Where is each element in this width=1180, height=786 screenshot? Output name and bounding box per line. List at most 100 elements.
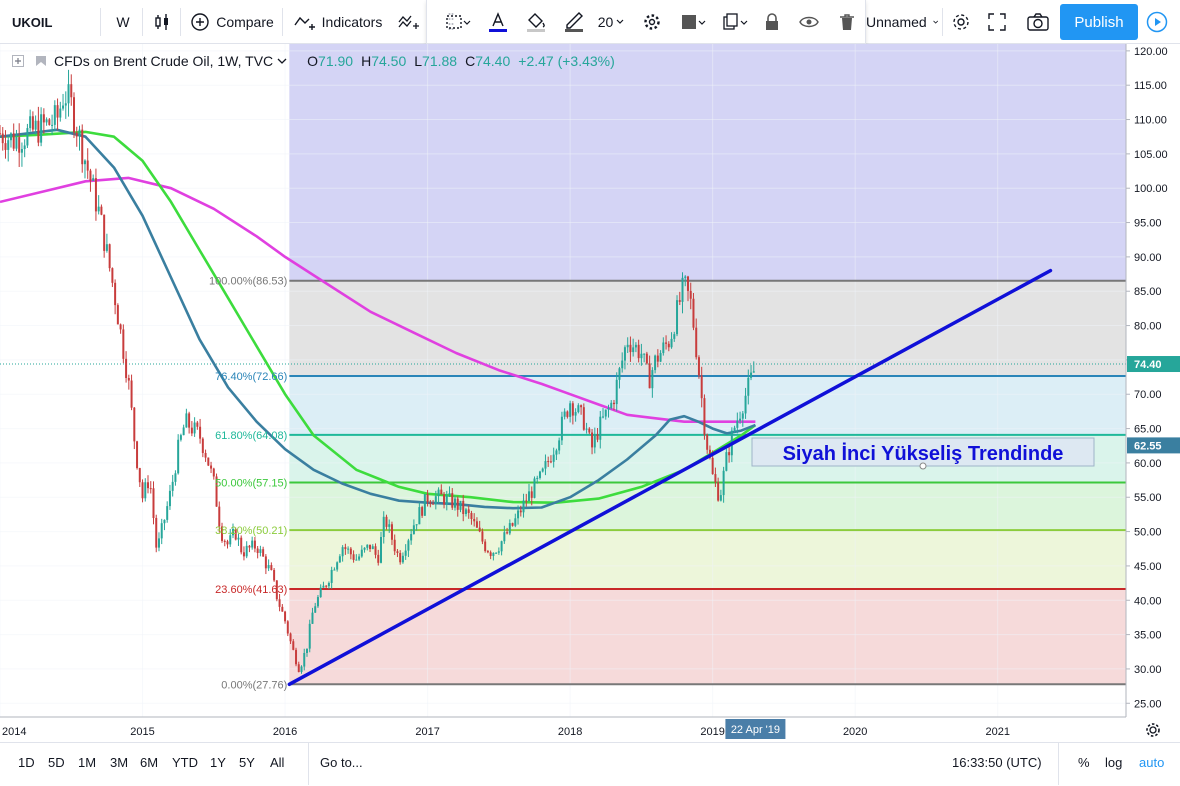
fullscreen-icon[interactable] bbox=[982, 0, 1012, 44]
top-toolbar: UKOIL W Compare Indicators Unnamed Publi… bbox=[0, 0, 1180, 44]
range-button-1d[interactable]: 1D bbox=[18, 755, 35, 770]
clone-icon[interactable] bbox=[717, 0, 753, 44]
candle-body bbox=[382, 516, 385, 538]
chevron-down-icon[interactable] bbox=[277, 58, 287, 64]
range-button-5y[interactable]: 5Y bbox=[239, 755, 255, 770]
annotation-layer[interactable]: Siyah İnci Yükseliş Trendinde bbox=[751, 437, 1095, 470]
range-button-ytd[interactable]: YTD bbox=[172, 755, 198, 770]
candle-body bbox=[555, 450, 558, 455]
candle-body bbox=[728, 452, 731, 456]
template-icon[interactable] bbox=[673, 0, 713, 44]
time-tick-label: 2014 bbox=[2, 726, 26, 738]
candle-body bbox=[448, 493, 451, 496]
candle-body bbox=[379, 537, 382, 563]
candle-body bbox=[144, 482, 147, 499]
drawing-toolbar: 20 bbox=[426, 0, 866, 44]
candle-body bbox=[262, 549, 265, 557]
candle-body bbox=[612, 402, 615, 405]
candle-body bbox=[621, 360, 624, 369]
candle-body bbox=[632, 347, 635, 353]
lock-icon[interactable] bbox=[755, 0, 789, 44]
candle-body bbox=[347, 548, 350, 550]
range-button-all[interactable]: All bbox=[270, 755, 284, 770]
range-button-1m[interactable]: 1M bbox=[78, 755, 96, 770]
expand-plus-icon[interactable] bbox=[12, 55, 24, 67]
range-button-5d[interactable]: 5D bbox=[48, 755, 65, 770]
candle-body bbox=[508, 523, 511, 534]
candle-body bbox=[338, 556, 341, 563]
candle-body bbox=[133, 407, 136, 442]
layout-name-button[interactable]: Unnamed bbox=[866, 0, 938, 44]
candle-body bbox=[454, 498, 457, 508]
candle-body bbox=[267, 565, 270, 569]
text-color-icon[interactable] bbox=[481, 0, 515, 44]
time-tick-label: 2017 bbox=[415, 726, 439, 738]
candle-body bbox=[366, 544, 369, 548]
templates-icon[interactable] bbox=[394, 0, 424, 44]
publish-button[interactable]: Publish bbox=[1060, 4, 1138, 40]
candle-body bbox=[253, 540, 256, 549]
price-axis[interactable]: 25.00 30.00 35.00 40.00 45.00 50.00 55.00 60.00… bbox=[1125, 44, 1180, 742]
candle-body bbox=[303, 652, 306, 667]
font-size-button[interactable]: 20 bbox=[593, 0, 629, 44]
time-axis[interactable]: 2014 2015 2016 2017 2018 2019 2020 2021 22 Apr '… bbox=[0, 716, 1180, 742]
compare-button[interactable]: Compare bbox=[186, 0, 278, 44]
range-button-1y[interactable]: 1Y bbox=[210, 755, 226, 770]
series-title[interactable]: CFDs on Brent Crude Oil, 1W, TVC bbox=[54, 53, 273, 69]
candle-body bbox=[667, 343, 670, 348]
candle-body bbox=[549, 461, 552, 463]
visibility-eye-icon[interactable] bbox=[791, 0, 827, 44]
price-tick-label: 30.00 bbox=[1134, 664, 1162, 676]
toolbar-divider bbox=[180, 8, 181, 36]
line-style-icon[interactable] bbox=[441, 0, 475, 44]
candle-body bbox=[610, 402, 613, 408]
layout-name: Unnamed bbox=[866, 14, 927, 30]
candle-body bbox=[676, 300, 679, 335]
candle-body bbox=[462, 500, 465, 515]
goto-date-button[interactable]: Go to... bbox=[320, 755, 363, 770]
interval-button[interactable]: W bbox=[108, 0, 138, 44]
candle-body bbox=[130, 380, 133, 408]
log-scale-toggle[interactable]: log bbox=[1105, 755, 1122, 770]
range-button-3m[interactable]: 3M bbox=[110, 755, 128, 770]
candle-body bbox=[31, 116, 34, 130]
flag-icon[interactable] bbox=[34, 55, 48, 67]
drawing-settings-icon[interactable] bbox=[635, 0, 669, 44]
candle-body bbox=[316, 597, 319, 607]
low-value: 71.88 bbox=[422, 53, 458, 69]
utc-clock[interactable]: 16:33:50 (UTC) bbox=[952, 755, 1042, 770]
camera-icon[interactable] bbox=[1022, 0, 1054, 44]
fib-level-label: 100.00%(86.53) bbox=[209, 276, 287, 288]
symbol-search-button[interactable]: UKOIL bbox=[0, 0, 100, 44]
candles-icon[interactable] bbox=[148, 0, 176, 44]
candle-body bbox=[193, 422, 196, 434]
price-tick-label: 80.00 bbox=[1134, 321, 1162, 333]
chevron-down-icon bbox=[616, 19, 624, 24]
auto-scale-toggle[interactable]: auto bbox=[1139, 755, 1164, 770]
candle-body bbox=[314, 606, 317, 613]
percent-scale-toggle[interactable]: % bbox=[1078, 755, 1090, 770]
candle-body bbox=[739, 418, 742, 421]
annotation-anchor[interactable] bbox=[919, 462, 927, 470]
current-price-tag-text: 74.40 bbox=[1134, 359, 1162, 371]
candle-body bbox=[456, 498, 459, 510]
line-color-icon[interactable] bbox=[557, 0, 591, 44]
candle-body bbox=[374, 546, 377, 555]
range-button-6m[interactable]: 6M bbox=[140, 755, 158, 770]
candle-body bbox=[177, 439, 180, 474]
candle-body bbox=[484, 541, 487, 552]
price-chart[interactable]: 100.00%(86.53) 76.40%(72.66) 61.80%(64.08)… bbox=[0, 44, 1180, 742]
candle-body bbox=[201, 438, 204, 453]
candle-body bbox=[722, 470, 725, 496]
candle-body bbox=[286, 621, 289, 634]
indicators-button[interactable]: Indicators bbox=[288, 0, 388, 44]
candle-body bbox=[92, 178, 95, 181]
font-size-value: 20 bbox=[597, 14, 614, 30]
play-circle-icon[interactable] bbox=[1142, 0, 1172, 44]
fill-color-icon[interactable] bbox=[519, 0, 553, 44]
annotation-text[interactable]: Siyah İnci Yükseliş Trendinde bbox=[783, 442, 1064, 465]
time-tick-label: 2016 bbox=[273, 726, 297, 738]
candle-body bbox=[223, 540, 226, 542]
settings-gear-icon[interactable] bbox=[946, 0, 976, 44]
trash-icon[interactable] bbox=[829, 0, 865, 44]
